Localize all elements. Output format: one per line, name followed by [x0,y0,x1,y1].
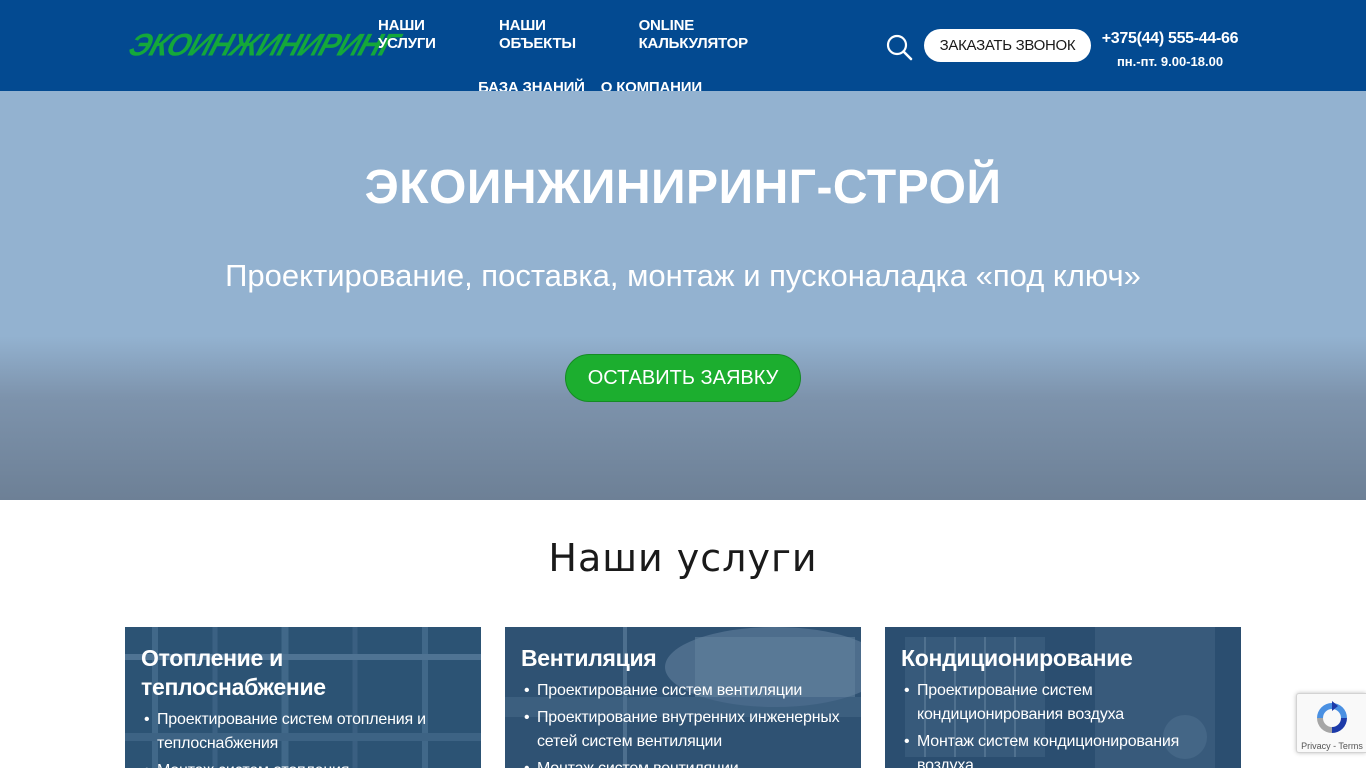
service-card-conditioning[interactable]: Кондиционирование Проектирование систем … [885,627,1241,768]
recaptcha-badge[interactable]: Privacy - Terms [1296,693,1366,753]
leave-request-button[interactable]: ОСТАВИТЬ ЗАЯВКУ [565,354,801,402]
card-item: Проектирование систем отопления и теплос… [144,708,469,756]
working-hours: пн.-пт. 9.00-18.00 [1116,54,1224,69]
service-card-heating[interactable]: Отопление и теплоснабжение Проектировани… [125,627,481,768]
card-item: Монтаж систем отопления [144,759,469,768]
card-item: Проектирование систем кондиционирования … [904,679,1229,727]
site-logo[interactable]: ЭКОИНЖИНИРИНГ [124,28,404,64]
hero-title: ЭКОИНЖИНИРИНГ-СТРОЙ [364,161,1002,214]
card-item: Монтаж систем кондиционирования воздуха [904,730,1229,768]
nav-objects[interactable]: НАШИ ОБЪЕКТЫ [491,14,631,56]
card-item: Проектирование систем вентиляции [524,679,849,703]
search-icon[interactable] [885,33,913,61]
phone-number[interactable]: +375(44) 555-44-66 [1098,30,1242,48]
hero-subtitle: Проектирование, поставка, монтаж и пуско… [225,258,1141,293]
hero-section [0,91,1366,500]
main-nav: НАШИ УСЛУГИ НАШИ ОБЪЕКТЫ ONLINE КАЛЬКУЛЯ… [370,14,810,100]
recaptcha-icon [1317,701,1347,733]
site-header: ЭКОИНЖИНИРИНГ НАШИ УСЛУГИ НАШИ ОБЪЕКТЫ O… [0,0,1366,96]
recaptcha-links[interactable]: Privacy - Terms [1297,741,1366,751]
services-title: Наши услуги [548,536,818,580]
card-title: Кондиционирование [901,645,1133,671]
order-call-button[interactable]: ЗАКАЗАТЬ ЗВОНОК [924,29,1091,62]
service-card-ventilation[interactable]: Вентиляция Проектирование систем вентиля… [505,627,861,768]
card-title: Вентиляция [521,645,657,671]
card-item: Монтаж систем вентиляции [524,757,849,768]
card-item: Проектирование внутренних инженерных сет… [524,706,849,754]
nav-services[interactable]: НАШИ УСЛУГИ [370,14,491,56]
nav-calculator[interactable]: ONLINE КАЛЬКУЛЯТОР [631,14,810,56]
card-title: Отопление и теплоснабжение [141,645,326,700]
